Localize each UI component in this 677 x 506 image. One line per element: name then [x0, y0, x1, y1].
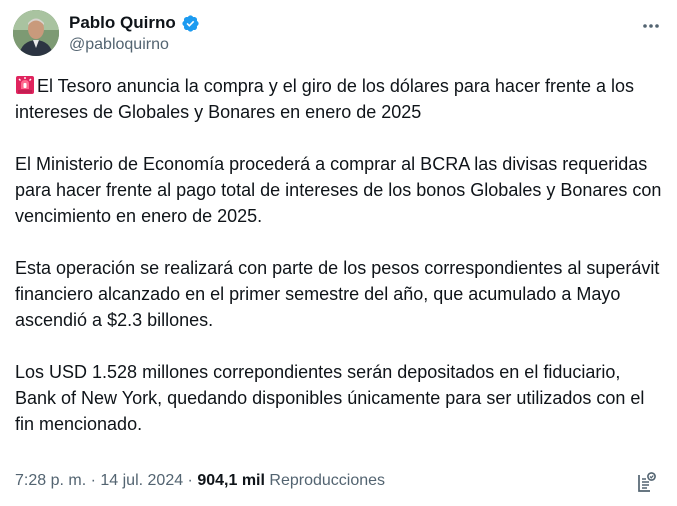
views-label: Reproducciones — [269, 472, 386, 489]
tweet-text: El Tesoro anuncia la compra y el giro de… — [15, 73, 665, 437]
tweet-time[interactable]: 7:28 p. m. — [15, 472, 86, 490]
verified-badge-icon[interactable] — [181, 14, 200, 33]
display-name-row: Pablo Quirno — [69, 12, 200, 34]
more-horizontal-icon — [643, 24, 659, 28]
grok-summary-icon — [638, 472, 656, 492]
more-options-button[interactable] — [639, 14, 663, 38]
tweet-paragraph-1: El Tesoro anuncia la compra y el giro de… — [15, 73, 665, 125]
tweet-header: Pablo Quirno @pabloquirno — [13, 10, 663, 58]
grok-summary-button[interactable] — [635, 470, 659, 494]
views-count: 904,1 mil — [197, 472, 265, 489]
tweet-paragraph-3: Esta operación se realizará con parte de… — [15, 258, 660, 330]
meta-separator-1: · — [86, 472, 101, 489]
tweet-card: Pablo Quirno @pabloquirno El Tesoro anun… — [0, 0, 677, 506]
avatar-photo — [13, 10, 59, 56]
tweet-paragraph-4: Los USD 1.528 millones correpondientes s… — [15, 362, 645, 434]
display-name[interactable]: Pablo Quirno — [69, 13, 176, 33]
tweet-date[interactable]: 14 jul. 2024 — [100, 472, 183, 490]
author-names: Pablo Quirno @pabloquirno — [69, 12, 200, 54]
tweet-paragraph-2: El Ministerio de Economía procederá a co… — [15, 154, 662, 226]
meta-separator-2: · — [183, 472, 198, 489]
tweet-meta: 7:28 p. m. · 14 jul. 2024 · 904,1 mil Re… — [15, 472, 385, 490]
rotating-light-icon — [16, 76, 34, 94]
avatar[interactable] — [13, 10, 59, 56]
author-handle[interactable]: @pabloquirno — [69, 36, 200, 54]
tweet-paragraph-1-text: El Tesoro anuncia la compra y el giro de… — [15, 76, 634, 122]
